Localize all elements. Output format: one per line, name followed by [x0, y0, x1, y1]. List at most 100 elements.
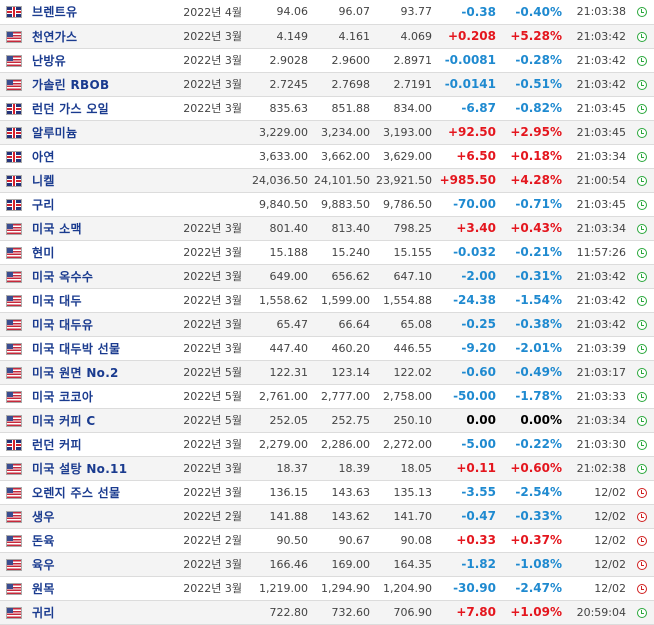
table-row[interactable]: 브렌트유 2022년 4월 94.06 96.07 93.77 -0.38 -0.40% 21…	[0, 0, 654, 25]
table-row[interactable]: 현미 2022년 3월 15.188 15.240 15.155 -0.032 -0.21%…	[0, 240, 654, 265]
instrument-name-link[interactable]: 미국 코코아	[32, 390, 93, 404]
us-flag-icon	[6, 534, 22, 547]
status-cell	[630, 504, 654, 529]
instrument-name-link[interactable]: 니켈	[32, 174, 55, 188]
status-cell	[630, 168, 654, 193]
price-change: +0.208	[438, 24, 502, 49]
instrument-name-link[interactable]: 가솔린 RBOB	[32, 78, 109, 92]
instrument-name-link[interactable]: 구리	[32, 198, 55, 212]
instrument-name-cell: 미국 소맥	[28, 216, 174, 241]
instrument-name-cell: 생우	[28, 504, 174, 529]
instrument-name-link[interactable]: 천연가스	[32, 30, 77, 44]
instrument-name-link[interactable]: 돈육	[32, 534, 55, 548]
status-cell	[630, 552, 654, 577]
instrument-name-link[interactable]: 아연	[32, 150, 55, 164]
instrument-name-link[interactable]: 미국 대두유	[32, 318, 93, 332]
table-row[interactable]: 아연 3,633.00 3,662.00 3,629.00 +6.50 +0.18% 21:…	[0, 144, 654, 169]
instrument-name-link[interactable]: 미국 원면 No.2	[32, 366, 119, 380]
update-time: 21:03:30	[568, 432, 630, 457]
table-row[interactable]: 귀리 722.80 732.60 706.90 +7.80 +1.09% 20:59:04	[0, 600, 654, 625]
instrument-name-link[interactable]: 난방유	[32, 54, 66, 68]
table-row[interactable]: 원목 2022년 3월 1,219.00 1,294.90 1,204.90 -30.90…	[0, 576, 654, 601]
table-row[interactable]: 미국 대두 2022년 3월 1,558.62 1,599.00 1,554.88 -24…	[0, 288, 654, 313]
table-row[interactable]: 가솔린 RBOB 2022년 3월 2.7245 2.7698 2.7191 -0.014…	[0, 72, 654, 97]
instrument-name-link[interactable]: 미국 옥수수	[32, 270, 93, 284]
percent-change: -0.28%	[502, 48, 568, 73]
instrument-name-link[interactable]: 귀리	[32, 606, 55, 620]
low-price: 65.08	[376, 312, 438, 337]
table-row[interactable]: 돈육 2022년 2월 90.50 90.67 90.08 +0.33 +0.37% 12/0…	[0, 528, 654, 553]
table-row[interactable]: 알루미늄 3,229.00 3,234.00 3,193.00 +92.50 +2.95%…	[0, 120, 654, 145]
table-row[interactable]: 육우 2022년 3월 166.46 169.00 164.35 -1.82 -1.08% 1…	[0, 552, 654, 577]
contract-month: 2022년 3월	[174, 96, 248, 121]
table-row[interactable]: 미국 원면 No.2 2022년 5월 122.31 123.14 122.02 -0.6…	[0, 360, 654, 385]
status-cell	[630, 264, 654, 289]
instrument-name-link[interactable]: 런던 가스 오일	[32, 102, 109, 116]
contract-month: 2022년 3월	[174, 336, 248, 361]
percent-change: -0.22%	[502, 432, 568, 457]
low-price: 90.08	[376, 528, 438, 553]
last-price: 2.7245	[248, 72, 314, 97]
price-change: 0.00	[438, 408, 502, 433]
flag-cell	[0, 168, 28, 193]
contract-month: 2022년 5월	[174, 408, 248, 433]
status-cell	[630, 192, 654, 217]
instrument-name-link[interactable]: 미국 소맥	[32, 222, 82, 236]
flag-cell	[0, 216, 28, 241]
instrument-name-link[interactable]: 브렌트유	[32, 5, 77, 19]
instrument-name-link[interactable]: 알루미늄	[32, 126, 77, 140]
instrument-name-link[interactable]: 오렌지 주스 선물	[32, 486, 120, 500]
status-cell	[630, 216, 654, 241]
instrument-name-link[interactable]: 생우	[32, 510, 55, 524]
update-time: 21:03:34	[568, 408, 630, 433]
last-price: 141.88	[248, 504, 314, 529]
flag-cell	[0, 96, 28, 121]
table-row[interactable]: 생우 2022년 2월 141.88 143.62 141.70 -0.47 -0.33% 1…	[0, 504, 654, 529]
instrument-name-cell: 미국 옥수수	[28, 264, 174, 289]
table-row[interactable]: 미국 커피 C 2022년 5월 252.05 252.75 250.10 0.00 0.0…	[0, 408, 654, 433]
table-row[interactable]: 런던 가스 오일 2022년 3월 835.63 851.88 834.00 -6.87-…	[0, 96, 654, 121]
instrument-name-link[interactable]: 미국 대두	[32, 294, 82, 308]
table-row[interactable]: 미국 설탕 No.11 2022년 3월 18.37 18.39 18.05 +0.11 +…	[0, 456, 654, 481]
clock-open-icon	[637, 391, 647, 402]
flag-cell	[0, 24, 28, 49]
table-row[interactable]: 미국 옥수수 2022년 3월 649.00 656.62 647.10 -2.00 -0.…	[0, 264, 654, 289]
update-time: 12/02	[568, 552, 630, 577]
instrument-name-link[interactable]: 미국 대두박 선물	[32, 342, 120, 356]
last-price: 136.15	[248, 480, 314, 505]
instrument-name-link[interactable]: 미국 설탕 No.11	[32, 462, 127, 476]
contract-month	[174, 600, 248, 625]
table-row[interactable]: 천연가스 2022년 3월 4.149 4.161 4.069 +0.208 +5.28% 2…	[0, 24, 654, 49]
status-cell	[630, 600, 654, 625]
status-cell	[630, 288, 654, 313]
instrument-name-link[interactable]: 원목	[32, 582, 55, 596]
percent-change: -2.47%	[502, 576, 568, 601]
instrument-name-cell: 미국 커피 C	[28, 408, 174, 433]
contract-month: 2022년 3월	[174, 576, 248, 601]
update-time: 12/02	[568, 480, 630, 505]
price-change: -1.82	[438, 552, 502, 577]
percent-change: -1.08%	[502, 552, 568, 577]
instrument-name-link[interactable]: 미국 커피 C	[32, 414, 95, 428]
update-time: 21:03:45	[568, 120, 630, 145]
high-price: 24,101.50	[314, 168, 376, 193]
table-row[interactable]: 난방유 2022년 3월 2.9028 2.9600 2.8971 -0.0081 -0.2…	[0, 48, 654, 73]
contract-month: 2022년 3월	[174, 264, 248, 289]
us-flag-icon	[6, 606, 22, 619]
table-row[interactable]: 구리 9,840.50 9,883.50 9,786.50 -70.00 -0.71% 21…	[0, 192, 654, 217]
table-row[interactable]: 미국 코코아 2022년 5월 2,761.00 2,777.00 2,758.00 -5…	[0, 384, 654, 409]
instrument-name-link[interactable]: 육우	[32, 558, 55, 572]
high-price: 143.62	[314, 504, 376, 529]
last-price: 166.46	[248, 552, 314, 577]
last-price: 122.31	[248, 360, 314, 385]
us-flag-icon	[6, 462, 22, 475]
uk-flag-icon	[6, 126, 22, 139]
table-row[interactable]: 오렌지 주스 선물 2022년 3월 136.15 143.63 135.13 -3.55…	[0, 480, 654, 505]
table-row[interactable]: 런던 커피 2022년 3월 2,279.00 2,286.00 2,272.00 -5.…	[0, 432, 654, 457]
table-row[interactable]: 미국 소맥 2022년 3월 801.40 813.40 798.25 +3.40 +0.4…	[0, 216, 654, 241]
instrument-name-link[interactable]: 현미	[32, 246, 55, 260]
table-row[interactable]: 미국 대두유 2022년 3월 65.47 66.64 65.08 -0.25 -0.38%…	[0, 312, 654, 337]
table-row[interactable]: 미국 대두박 선물 2022년 3월 447.40 460.20 446.55 -9.20…	[0, 336, 654, 361]
table-row[interactable]: 니켈 24,036.50 24,101.50 23,921.50 +985.50 +4.2…	[0, 168, 654, 193]
instrument-name-link[interactable]: 런던 커피	[32, 438, 82, 452]
